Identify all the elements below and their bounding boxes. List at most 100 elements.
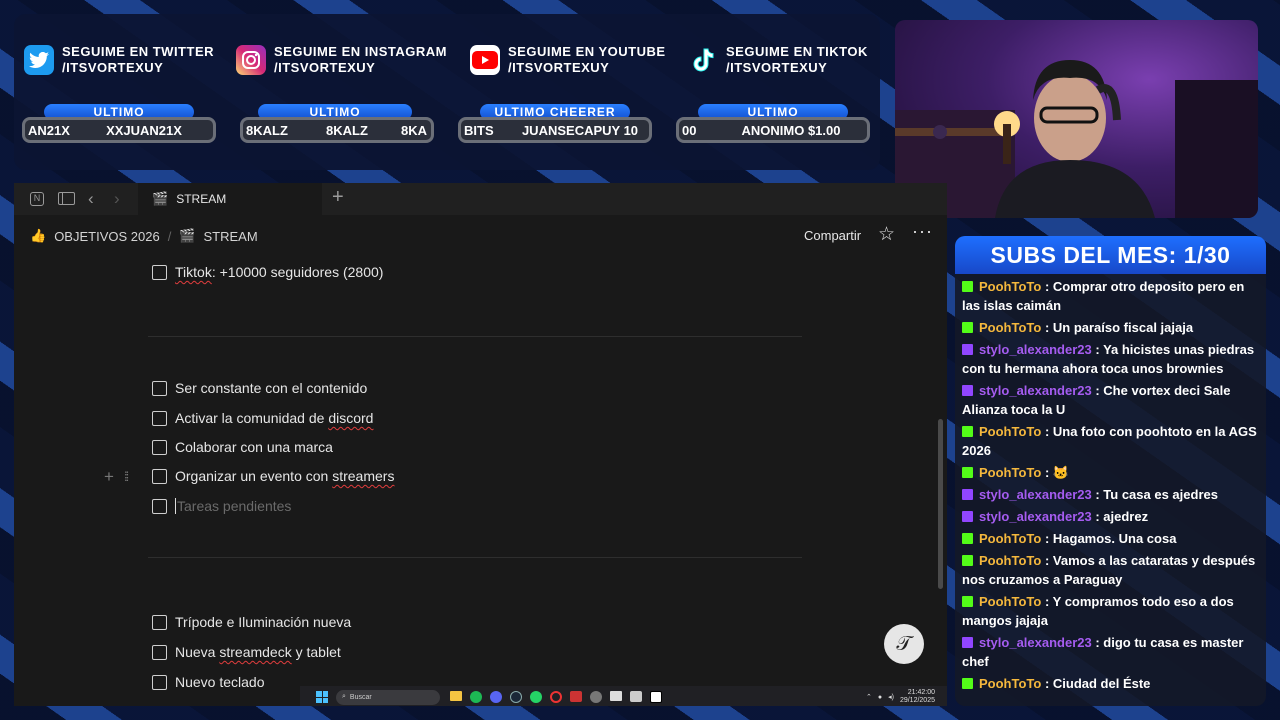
more-icon[interactable]: ··· [912,221,933,242]
checkbox[interactable] [152,410,167,426]
twitch-icon [962,511,973,522]
chat-username: PoohToTo [979,320,1042,335]
windows-start-icon[interactable] [316,691,328,703]
checkbox[interactable] [152,439,167,455]
checkbox[interactable] [152,614,167,630]
todo-text[interactable]: Ser constante con el contenido [175,380,367,396]
checkbox[interactable] [152,498,167,514]
notion-logo-icon[interactable]: N [30,192,44,206]
chat-message: PoohToTo : Una foto con poohtoto en la A… [962,424,1257,458]
subs-counter: SUBS DEL MES: 1/30 [955,236,1266,274]
kick-icon [962,533,973,544]
tab-bar: N ‹ › 🎬 STREAM + [14,183,947,215]
breadcrumb-item-stream[interactable]: STREAM [204,229,258,244]
stat-box-cheerer: BITS JUANSECAPUY 10 [458,117,652,143]
system-tray: ⌃ ● ◂) 21:42:00 29/12/2025 [866,689,947,705]
chat-username: PoohToTo [979,676,1042,691]
checkbox[interactable] [152,644,167,660]
checkbox[interactable] [152,674,167,690]
todo-text[interactable]: Trípode e Iluminación nueva [175,614,351,630]
todo-text[interactable]: Organizar un evento con streamers [175,468,394,484]
kick-icon [962,426,973,437]
checkbox[interactable] [152,264,167,280]
todo-item: Activar la comunidad de discord [152,410,373,426]
stat-value: JUANSECAPUY 10 [521,122,639,138]
steam-icon[interactable] [510,691,522,703]
new-tab-icon[interactable]: + [332,186,344,209]
notion-ai-button[interactable]: 𝒯 [884,624,924,664]
chat-username: stylo_alexander23 [979,635,1092,650]
search-placeholder: Buscar [349,693,372,701]
star-icon[interactable]: ☆ [878,223,895,246]
app-icon[interactable] [570,691,582,702]
chevron-up-icon[interactable]: ⌃ [866,693,872,701]
todo-item: Nuevo teclado [152,674,265,690]
todo-item-empty: Tareas pendientes [152,498,291,514]
todo-text[interactable]: Activar la comunidad de discord [175,410,373,426]
tab-stream[interactable]: 🎬 STREAM [138,183,322,215]
chrome-icon[interactable] [590,691,602,703]
chat-message: PoohToTo : Comprar otro deposito pero en… [962,279,1245,313]
spotify-icon[interactable] [470,691,482,703]
todo-placeholder[interactable]: Tareas pendientes [175,498,291,514]
checkbox[interactable] [152,380,167,396]
kick-icon [962,322,973,333]
stat-value: ANONIMO $1.00 [741,122,841,138]
speaker-icon[interactable]: ◂) [888,693,894,701]
chat-username: stylo_alexander23 [979,383,1092,398]
todo-text[interactable]: Colaborar con una marca [175,439,333,455]
chat-username: PoohToTo [979,279,1042,294]
breadcrumb-item-objetivos[interactable]: OBJETIVOS 2026 [54,229,160,244]
add-block-icon[interactable]: + [104,467,114,487]
notion-window: N ‹ › 🎬 STREAM + 👍 OBJETIVOS 2026 / 🎬 ST… [14,183,947,706]
stat-ticker-a: 8KALZ [246,122,288,138]
divider [148,557,802,558]
todo-item: Trípode e Iluminación nueva [152,614,351,630]
kick-icon [962,596,973,607]
monitor-icon[interactable] [610,691,622,701]
chat-panel: SUBS DEL MES: 1/30 PoohToTo : Comprar ot… [955,236,1266,706]
checkbox[interactable] [152,468,167,484]
chat-username: PoohToTo [979,553,1042,568]
search-icon: ⌕ [342,693,346,700]
chat-messages: PoohToTo : Comprar otro deposito pero en… [955,274,1266,693]
chat-message: stylo_alexander23 : Tu casa es ajedres [955,485,1266,504]
notion-app-icon[interactable] [650,691,662,703]
mic-icon[interactable]: ● [878,694,882,701]
drag-handle-icon[interactable]: ⁞⁞ [124,469,129,484]
taskbar-search[interactable]: ⌕ Buscar [336,689,440,705]
breadcrumb-separator: / [167,228,172,244]
whatsapp-icon[interactable] [530,691,542,703]
calculator-icon[interactable] [630,691,642,702]
obs-icon[interactable] [550,691,562,703]
youtube-handle: /ITSVORTEXUY [508,60,610,75]
chat-message: PoohToTo : Un paraíso fiscal jajaja [955,318,1266,337]
chat-message: stylo_alexander23 : Che vortex deci Sale… [962,383,1231,417]
stat-value: XXJUAN21X [106,122,182,138]
windows-taskbar: ⌕ Buscar ⌃ ● ◂) 21:42:00 29/12/2025 [300,686,947,706]
clock[interactable]: 21:42:00 29/12/2025 [900,689,935,705]
discord-icon[interactable] [490,691,502,703]
chat-username: stylo_alexander23 [979,487,1092,502]
back-icon[interactable]: ‹ [88,189,94,209]
scrollbar[interactable] [938,419,943,589]
share-button[interactable]: Compartir [804,228,861,243]
taskbar-apps [450,691,662,703]
social-tiktok: SEGUIME EN TIKTOK/ITSVORTEXUY [688,44,868,76]
forward-icon[interactable]: › [114,189,120,209]
todo-text[interactable]: Tiktok: +10000 seguidores (2800) [175,264,383,280]
instagram-icon [236,45,266,75]
stat-box-donor: 00 ANONIMO $1.00 [676,117,870,143]
clapper-icon: 🎬 [179,228,196,243]
breadcrumb: 👍 OBJETIVOS 2026 / 🎬 STREAM Compartir ☆ … [14,219,947,253]
todo-item: Colaborar con una marca [152,439,333,455]
todo-text[interactable]: Nueva streamdeck y tablet [175,644,341,660]
tab-title: STREAM [176,192,227,206]
clock-date: 29/12/2025 [899,697,935,704]
tiktok-label: SEGUIME EN TIKTOK [726,44,868,59]
todo-text[interactable]: Nuevo teclado [175,674,265,690]
youtube-label: SEGUIME EN YOUTUBE [508,44,666,59]
chat-text: 🐱 [1052,465,1070,480]
sidebar-toggle-icon[interactable] [58,192,75,205]
folder-icon[interactable] [450,691,462,701]
